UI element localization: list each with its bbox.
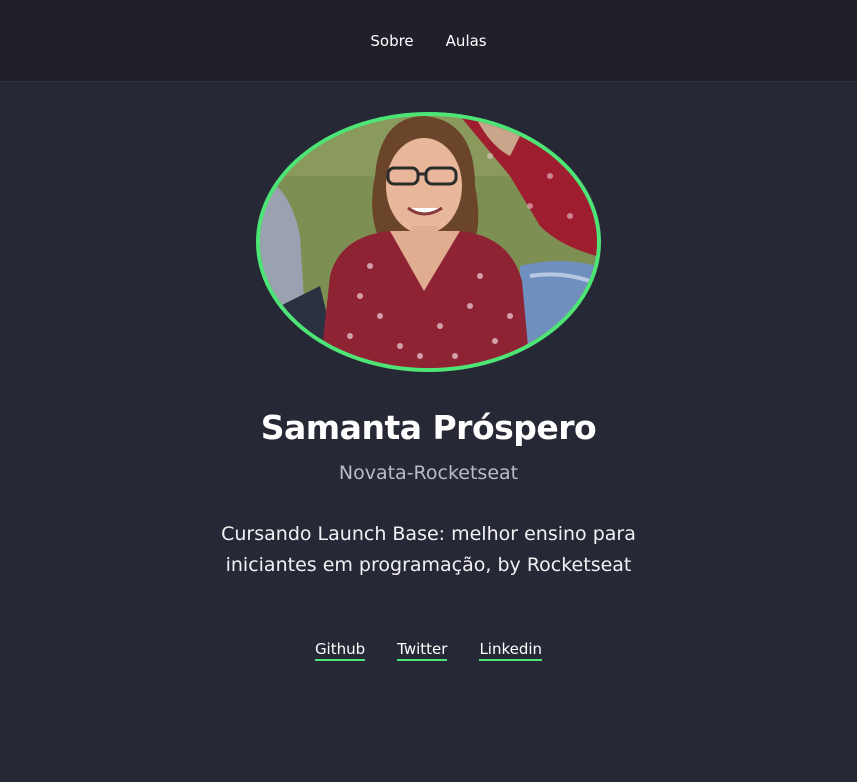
profile-name: Samanta Próspero	[260, 408, 597, 447]
twitter-link[interactable]: Twitter	[397, 640, 448, 661]
avatar	[256, 112, 601, 372]
profile-photo-icon	[260, 116, 597, 368]
github-link[interactable]: Github	[314, 640, 366, 661]
profile-role: Novata-Rocketseat	[338, 462, 519, 484]
linkedin-link[interactable]: Linkedin	[479, 640, 543, 661]
top-nav: Sobre Aulas	[0, 0, 857, 82]
profile-bio: Cursando Launch Base: melhor ensino para…	[221, 523, 636, 576]
nav-link-aulas[interactable]: Aulas	[446, 30, 487, 52]
social-links: Github Twitter Linkedin	[0, 640, 857, 661]
nav-link-sobre[interactable]: Sobre	[370, 30, 413, 52]
